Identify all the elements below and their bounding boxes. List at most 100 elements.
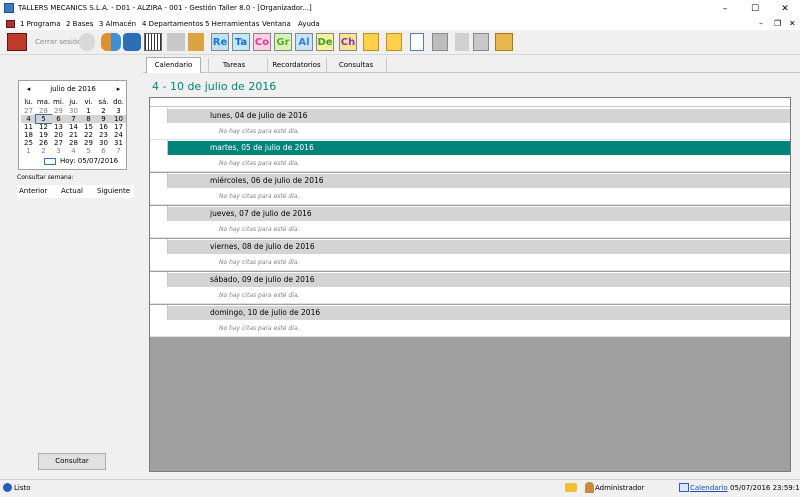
tab-calendario[interactable]: Calendario (146, 57, 201, 73)
calendar-day-today[interactable]: 5 (35, 114, 52, 124)
tools-icon[interactable] (167, 33, 185, 51)
day-header[interactable]: viernes, 08 de julio de 2016 (168, 239, 790, 254)
clipboard-icon[interactable] (188, 33, 204, 51)
tab-consultas[interactable]: Consultas (327, 58, 385, 72)
save-icon[interactable] (432, 33, 448, 51)
anterior-button[interactable]: Anterior (19, 187, 47, 195)
calendar-day[interactable]: 20 (51, 131, 66, 139)
calendar-day[interactable]: 26 (36, 139, 51, 147)
calendar-day[interactable]: 28 (66, 139, 81, 147)
calendar-day[interactable]: 27 (21, 107, 36, 115)
empty-slot-row[interactable]: No hay citas para esté día. (150, 287, 790, 304)
document-icon[interactable] (6, 20, 15, 28)
module-al-button[interactable]: Al (295, 33, 313, 51)
calendar-day[interactable]: 24 (111, 131, 126, 139)
calendar-day[interactable]: 14 (66, 123, 81, 131)
calendar-day[interactable]: 15 (81, 123, 96, 131)
messages-icon[interactable] (565, 483, 577, 492)
calendar-day[interactable]: 6 (51, 115, 66, 123)
vehicle-icon[interactable] (123, 33, 141, 51)
module-de-button[interactable]: De (316, 33, 334, 51)
calendar-day[interactable]: 27 (51, 139, 66, 147)
new-document-icon[interactable] (410, 33, 424, 51)
calendar-day[interactable]: 4 (21, 115, 36, 123)
mdi-minimize-button[interactable]: – (759, 19, 763, 28)
print-icon[interactable] (473, 33, 489, 51)
calendario-link[interactable]: Calendario (690, 484, 728, 492)
calendar-day[interactable]: 8 (81, 115, 96, 123)
tab-recordatorios[interactable]: Recordatorios (268, 58, 325, 72)
calendar-day[interactable]: 2 (36, 147, 51, 155)
minimize-button[interactable]: – (710, 0, 740, 18)
menu-ayuda[interactable]: Ayuda (298, 20, 320, 28)
calendar-day[interactable]: 25 (21, 139, 36, 147)
day-header[interactable]: domingo, 10 de julio de 2016 (168, 305, 790, 320)
agenda-grid[interactable]: ▸ lunes, 04 de julio de 2016 No hay cita… (149, 97, 791, 472)
menu-almacen[interactable]: 3 Almacén (99, 20, 136, 28)
module-gr-button[interactable]: Gr (274, 33, 292, 51)
calendar-day[interactable]: 21 (66, 131, 81, 139)
calendar-day[interactable]: 1 (21, 147, 36, 155)
empty-slot-row[interactable]: No hay citas para esté día. (150, 123, 790, 140)
mdi-close-button[interactable]: ✕ (789, 19, 796, 28)
calendar-day[interactable]: 28 (36, 107, 51, 115)
menu-programa[interactable]: 1 Programa (20, 20, 61, 28)
cerrar-sesion-button[interactable]: Cerrar sesión (35, 38, 81, 46)
tab-tareas[interactable]: Tareas (209, 58, 259, 72)
empty-slot-row[interactable]: No hay citas para esté día. (150, 254, 790, 271)
maximize-button[interactable]: ☐ (740, 0, 770, 18)
calendar-day[interactable]: 19 (36, 131, 51, 139)
calendar-day[interactable]: 16 (96, 123, 111, 131)
calendar-day[interactable]: 17 (111, 123, 126, 131)
folder-c-icon[interactable] (363, 33, 379, 51)
menu-herramientas[interactable]: 5 Herramientas (205, 20, 259, 28)
users-icon[interactable] (101, 33, 121, 51)
calendar-day[interactable]: 30 (96, 139, 111, 147)
key-icon[interactable] (79, 33, 95, 51)
menu-ventana[interactable]: Ventana (262, 20, 291, 28)
empty-slot-row[interactable]: No hay citas para esté día. (150, 155, 790, 172)
calendar-day[interactable]: 11 (21, 123, 36, 131)
eraser-icon[interactable] (495, 33, 513, 51)
module-re-button[interactable]: Re (211, 33, 229, 51)
calendar-day[interactable]: 13 (51, 123, 66, 131)
calendar-day[interactable]: 4 (66, 147, 81, 155)
calendar-day[interactable]: 2 (96, 107, 111, 115)
day-header[interactable]: sábado, 09 de julio de 2016 (168, 272, 790, 287)
calendar-day[interactable]: 5 (81, 147, 96, 155)
day-header[interactable]: jueves, 07 de julio de 2016 (168, 206, 790, 221)
calendar-day[interactable]: 10 (111, 115, 126, 123)
empty-slot-row[interactable]: No hay citas para esté día. (150, 221, 790, 238)
calendar-day[interactable]: 3 (51, 147, 66, 155)
calendar-day[interactable]: 22 (81, 131, 96, 139)
calendar-day[interactable]: 18 (21, 131, 36, 139)
siguiente-button[interactable]: Siguiente (97, 187, 130, 195)
today-label[interactable]: Hoy: 05/07/2016 (60, 157, 118, 165)
module-ta-button[interactable]: Ta (232, 33, 250, 51)
empty-slot-row[interactable]: No hay citas para esté día. (150, 320, 790, 337)
calendar-day[interactable]: 6 (96, 147, 111, 155)
empty-slot-row[interactable]: No hay citas para esté día. (150, 188, 790, 205)
folder-g-icon[interactable] (386, 33, 402, 51)
calendar-day[interactable]: 7 (66, 115, 81, 123)
calendar-day[interactable]: 23 (96, 131, 111, 139)
module-co-button[interactable]: Co (253, 33, 271, 51)
module-ch-button[interactable]: Ch (339, 33, 357, 51)
calendar-day[interactable]: 7 (111, 147, 126, 155)
mdi-restore-button[interactable]: ❐ (774, 19, 781, 28)
next-month-button[interactable]: ▸ (111, 85, 126, 93)
calendar-day[interactable]: 31 (111, 139, 126, 147)
calendar-day[interactable]: 12 (36, 123, 51, 131)
calendar-day[interactable]: 30 (66, 107, 81, 115)
exit-door-icon[interactable] (7, 33, 27, 51)
menu-departamentos[interactable]: 4 Departamentos (142, 20, 203, 28)
calendar-day[interactable]: 9 (96, 115, 111, 123)
day-header-selected[interactable]: martes, 05 de julio de 2016 (168, 140, 790, 155)
delete-icon[interactable] (455, 33, 469, 51)
month-calendar[interactable]: ◂ julio de 2016 ▸ lu. ma. mi. ju. vi. sá… (18, 80, 127, 170)
calendar-day[interactable]: 29 (51, 107, 66, 115)
menu-bases[interactable]: 2 Bases (66, 20, 93, 28)
barcode-icon[interactable] (144, 33, 162, 51)
actual-button[interactable]: Actual (61, 187, 83, 195)
calendar-day[interactable]: 1 (81, 107, 96, 115)
